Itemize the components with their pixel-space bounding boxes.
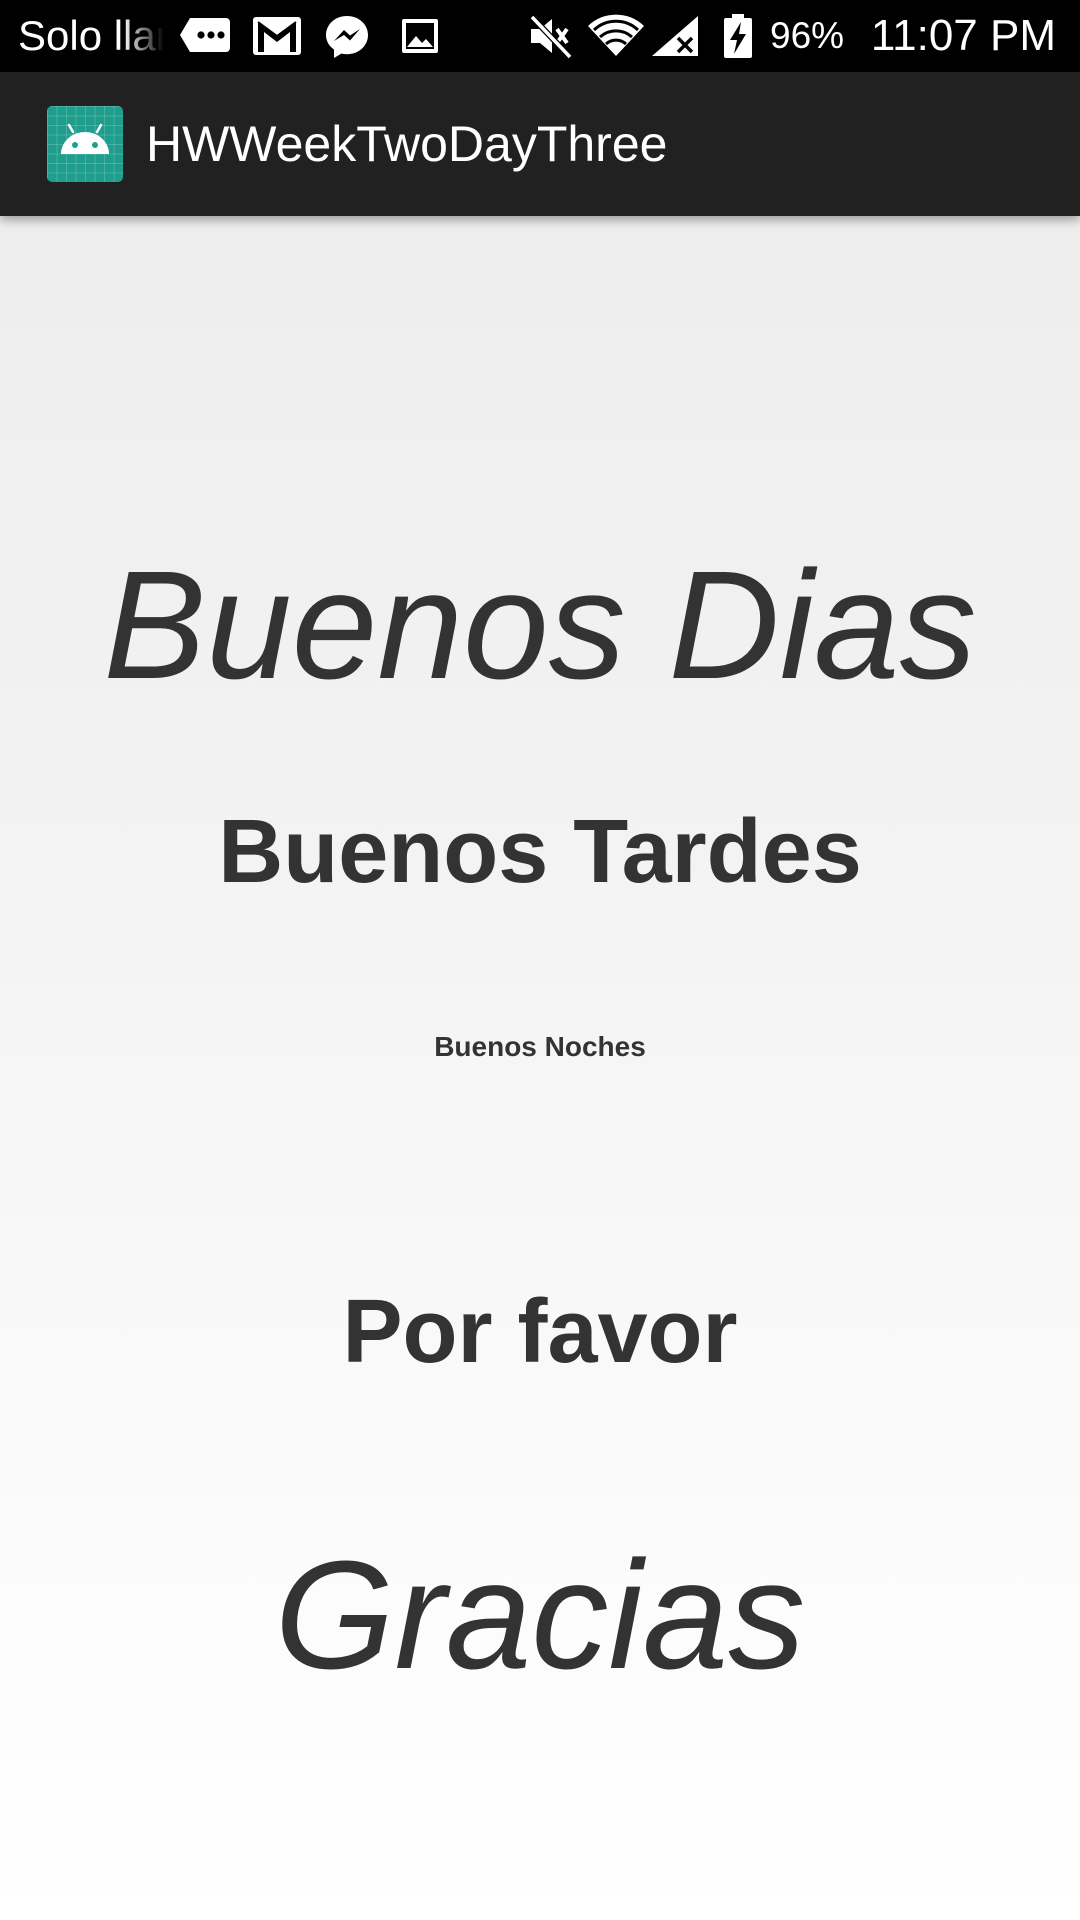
mute-icon: [526, 12, 576, 60]
sms-icon: [178, 12, 232, 60]
battery-charging-icon: [722, 12, 754, 60]
signal-no-service-icon: [650, 12, 702, 60]
gmail-icon: [250, 12, 304, 60]
greeting-buenos-tardes: Buenos Tardes: [218, 802, 862, 902]
wifi-icon: [586, 12, 646, 60]
phrase-gracias: Gracias: [274, 1529, 806, 1701]
carrier-label: Solo llamadas: [18, 12, 164, 59]
status-time: 11:07 PM: [870, 11, 1056, 60]
battery-percent: 96%: [770, 15, 845, 56]
app-bar: HWWeekTwoDayThree: [0, 72, 1080, 216]
greeting-buenos-noches: Buenos Noches: [434, 1031, 646, 1062]
android-launcher-icon: [47, 106, 123, 182]
greeting-buenos-dias: Buenos Dias: [103, 539, 977, 711]
app-title: HWWeekTwoDayThree: [146, 116, 668, 172]
phrase-por-favor: Por favor: [342, 1282, 738, 1382]
status-bar: Solo llamadas: [0, 0, 1080, 72]
app-screen: Solo llamadas: [0, 0, 1080, 1920]
gallery-icon: [398, 12, 442, 60]
messenger-icon: [322, 12, 372, 60]
